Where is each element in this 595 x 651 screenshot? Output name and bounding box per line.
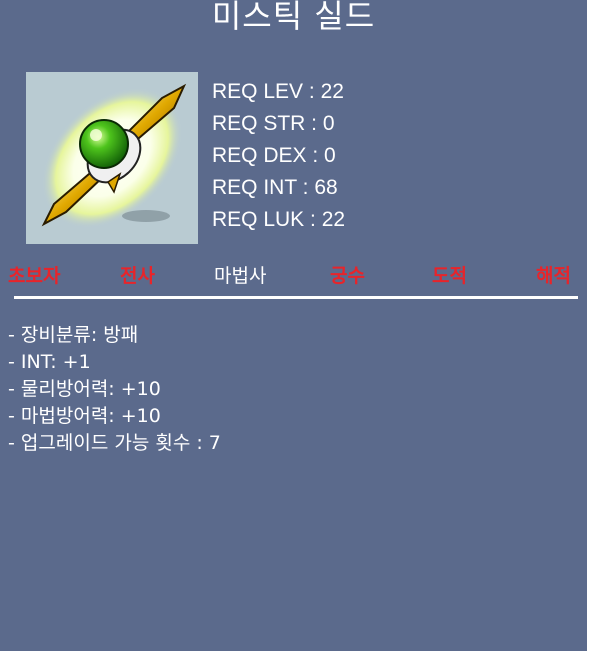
- job-magician: 마법사: [214, 265, 267, 287]
- stat-magic-def: - 마법방어력: +10: [8, 405, 161, 427]
- stat-upgrade-slots: - 업그레이드 가능 횟수 : 7: [8, 432, 221, 454]
- stat-equip-type: - 장비분류: 방패: [8, 324, 139, 346]
- right-edge: [587, 0, 595, 651]
- job-thief: 도적: [432, 265, 467, 287]
- req-level: REQ LEV : 22: [212, 80, 344, 103]
- stat-int: - INT: +1: [8, 351, 91, 373]
- stat-weapon-def: - 물리방어력: +10: [8, 378, 161, 400]
- job-pirate: 해적: [536, 265, 571, 287]
- item-tooltip-panel: 미스틱 실드 REQ LEV: 22 REQ STR: 0 REQ DEX …: [0, 0, 587, 651]
- item-title: 미스틱 실드: [211, 0, 376, 35]
- job-list: 초보자 전사 마법사 궁수 도적 해적: [0, 262, 587, 294]
- job-warrior: 전사: [120, 265, 155, 287]
- req-dex: REQ DEX : 0: [212, 144, 336, 167]
- mystic-shield-icon: [41, 83, 187, 229]
- stats-list: - 장비분류: 방패 - INT: +1 - 물리방어력: +10 - 마법방어…: [8, 322, 221, 457]
- job-bowman: 궁수: [330, 265, 365, 287]
- requirements-list: REQ LEV : 22 REQ STR : 0 REQ DEX : 0 REQ…: [212, 76, 345, 236]
- divider: [14, 296, 578, 299]
- job-beginner: 초보자: [8, 265, 61, 287]
- req-luk: REQ LUK : 22: [212, 208, 346, 231]
- req-str: REQ STR : 0: [212, 112, 335, 135]
- req-int: REQ INT : 68: [212, 176, 338, 199]
- item-image: [26, 72, 198, 244]
